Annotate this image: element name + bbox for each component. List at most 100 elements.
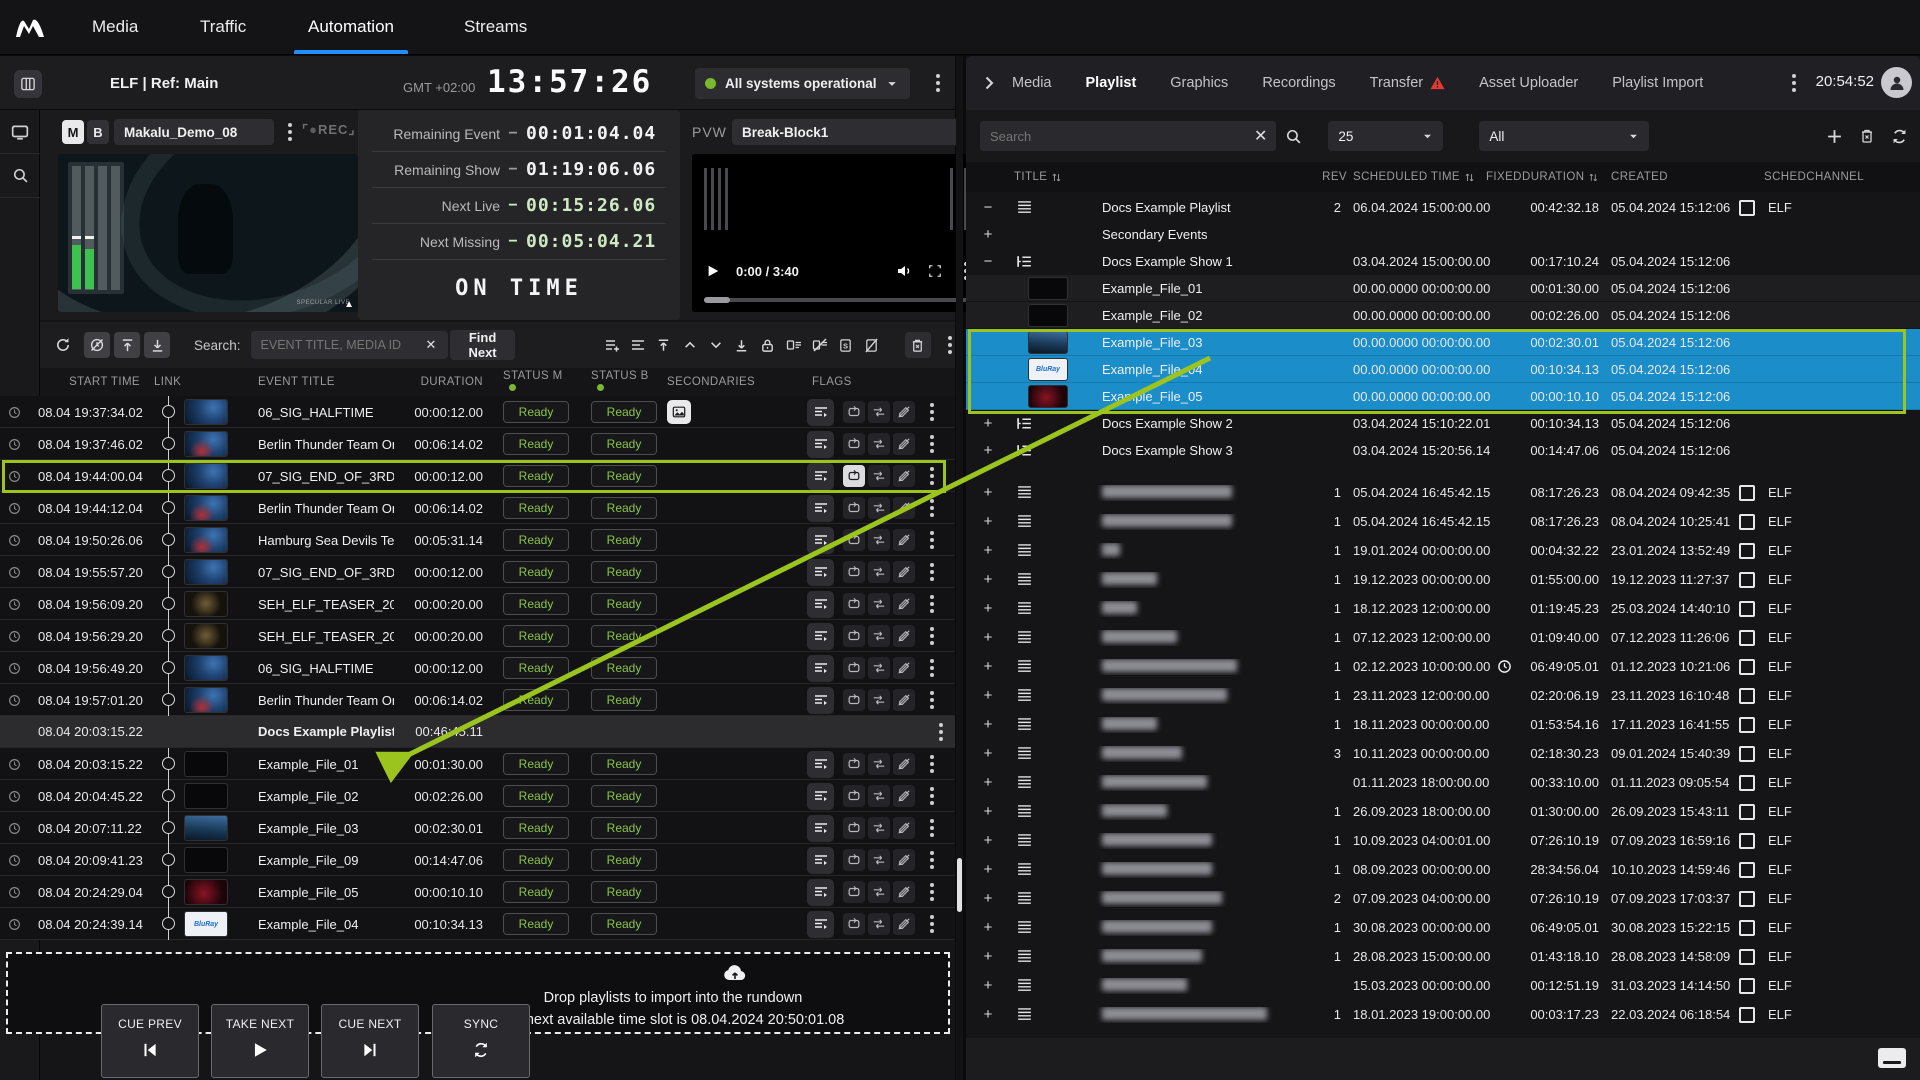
loop-flag-icon[interactable] — [843, 401, 865, 423]
rundown-event-row[interactable]: 08.04 20:03:15.22 Example_File_01 00:01:… — [0, 748, 955, 780]
expand-row-icon[interactable]: + — [974, 977, 1002, 994]
no-graphics-flag-icon[interactable] — [893, 593, 915, 615]
loop-flag-icon[interactable] — [843, 433, 865, 455]
fullscreen-icon[interactable] — [928, 264, 942, 278]
transition-flag-icon[interactable] — [868, 593, 890, 615]
no-graphics-flag-icon[interactable] — [893, 465, 915, 487]
expand-row-icon[interactable]: + — [974, 658, 1002, 675]
transition-flag-icon[interactable] — [868, 657, 890, 679]
tab-playlist-import[interactable]: Playlist Import — [1612, 75, 1703, 91]
secondary-events-icon[interactable] — [807, 910, 834, 938]
main-channel-button[interactable]: M — [62, 120, 84, 144]
secondary-events-icon[interactable] — [807, 814, 834, 842]
row-checkbox[interactable] — [1738, 658, 1755, 675]
row-checkbox[interactable] — [1738, 977, 1755, 994]
rundown-event-row[interactable]: 08.04 19:56:09.20 SEH_ELF_TEASER_20 Pl..… — [0, 588, 955, 620]
no-graphics-flag-icon[interactable] — [893, 401, 915, 423]
transition-flag-icon[interactable] — [868, 625, 890, 647]
nav-traffic[interactable]: Traffic — [200, 0, 246, 54]
playlist-row[interactable]: + 1 10.09.2023 04:00:01.00 07:26:10.19 0… — [966, 826, 1920, 855]
chevron-down-icon[interactable] — [703, 332, 729, 358]
secondary-events-icon[interactable] — [807, 878, 834, 906]
expand-row-icon[interactable]: + — [974, 600, 1002, 617]
rundown-event-row[interactable]: 08.04 20:24:29.04 Example_File_05 00:00:… — [0, 876, 955, 908]
row-checkbox[interactable] — [1738, 513, 1755, 530]
playlist-row[interactable]: + 2 07.09.2023 04:00:00.00 07:26:10.19 0… — [966, 884, 1920, 913]
layout-grid-icon[interactable] — [14, 70, 42, 98]
playlist-row[interactable]: Example_File_03 00.00.0000 00:00:00.00 0… — [966, 329, 1920, 356]
playlist-row[interactable]: + 1 19.01.2024 00:00:00.00 00:04:32.22 2… — [966, 536, 1920, 565]
no-graphics-flag-icon[interactable] — [893, 817, 915, 839]
loop-flag-icon[interactable] — [843, 497, 865, 519]
row-checkbox[interactable] — [1738, 484, 1755, 501]
take-next-button[interactable]: TAKE NEXT — [211, 1004, 309, 1078]
expand-row-icon[interactable]: + — [974, 832, 1002, 849]
rec-indicator[interactable]: ⌜●REC⌟ — [302, 122, 356, 138]
playlist-row[interactable]: + 1 30.08.2023 00:00:00.00 06:49:05.01 3… — [966, 913, 1920, 942]
playlist-row[interactable]: + 1 07.12.2023 12:00:00.00 01:09:40.00 0… — [966, 623, 1920, 652]
row-checkbox[interactable] — [1738, 629, 1755, 646]
expand-row-icon[interactable]: + — [974, 803, 1002, 820]
rundown-event-row[interactable]: 08.04 20:04:45.22 Example_File_02 00:02:… — [0, 780, 955, 812]
clear-search-icon[interactable]: ✕ — [1254, 126, 1267, 146]
system-status-dropdown[interactable]: All systems operational — [695, 68, 910, 99]
tab-transfer[interactable]: Transfer — [1370, 75, 1445, 91]
secondary-events-icon[interactable] — [807, 686, 834, 714]
link-node[interactable] — [154, 780, 184, 812]
tab-playlist[interactable]: Playlist — [1086, 75, 1137, 91]
rundown-event-row[interactable]: 08.04 19:56:29.20 SEH_ELF_TEASER_20 Pl..… — [0, 620, 955, 652]
transition-flag-icon[interactable] — [868, 785, 890, 807]
no-graphics-flag-icon[interactable] — [893, 433, 915, 455]
row-kebab-menu[interactable] — [933, 721, 949, 743]
row-checkbox[interactable] — [1738, 1006, 1755, 1023]
jump-to-top-icon[interactable] — [651, 332, 677, 358]
playlist-row[interactable]: + 1 18.01.2023 19:00:00.00 00:03:17.23 2… — [966, 1000, 1920, 1029]
expand-row-icon[interactable]: + — [974, 629, 1002, 646]
loop-flag-icon[interactable] — [843, 881, 865, 903]
link-node[interactable] — [154, 556, 184, 588]
no-graphics-flag-icon[interactable] — [893, 913, 915, 935]
collapse-panel-icon[interactable] — [966, 75, 1012, 91]
clear-search-icon[interactable]: ✕ — [426, 337, 437, 353]
collapse-row-icon[interactable]: − — [974, 253, 1002, 270]
program-video-preview[interactable]: SPECULAR LIVE ▲ — [58, 154, 358, 312]
transition-flag-icon[interactable] — [868, 433, 890, 455]
expand-row-icon[interactable]: + — [974, 442, 1002, 459]
playlist-search-input[interactable] — [980, 121, 1276, 151]
chevron-up-icon[interactable] — [677, 332, 703, 358]
loop-flag-icon[interactable] — [843, 657, 865, 679]
expand-row-icon[interactable]: + — [974, 513, 1002, 530]
rundown-group-row[interactable]: 08.04 20:03:15.22 Docs Example Playlist … — [0, 716, 955, 748]
rundown-event-row[interactable]: 08.04 20:24:39.14 BluRay Example_File_04… — [0, 908, 955, 940]
row-checkbox[interactable] — [1738, 716, 1755, 733]
rundown-event-row[interactable]: 08.04 20:09:41.23 Example_File_09 00:14:… — [0, 844, 955, 876]
row-checkbox[interactable] — [1738, 803, 1755, 820]
search-icon[interactable] — [0, 154, 40, 198]
playback-progress-bar[interactable] — [704, 297, 976, 303]
row-kebab-menu[interactable] — [924, 785, 940, 807]
row-checkbox[interactable] — [1738, 571, 1755, 588]
link-node[interactable] — [154, 876, 184, 908]
playlist-row[interactable]: + 01.11.2023 18:00:00.00 00:33:10.00 01.… — [966, 768, 1920, 797]
link-node[interactable] — [154, 652, 184, 684]
playlist-row[interactable]: + 1 18.11.2023 00:00:00.00 01:53:54.16 1… — [966, 710, 1920, 739]
secondary-badge-icon[interactable] — [781, 332, 807, 358]
row-checkbox[interactable] — [1738, 687, 1755, 704]
secondary-events-icon[interactable] — [807, 750, 834, 778]
row-checkbox[interactable] — [1738, 745, 1755, 762]
loop-flag-icon[interactable] — [843, 849, 865, 871]
secondary-events-icon[interactable] — [807, 622, 834, 650]
no-graphics-flag-icon[interactable] — [893, 657, 915, 679]
program-kebab-menu[interactable] — [282, 121, 298, 143]
loop-flag-icon[interactable] — [843, 593, 865, 615]
playlist-row[interactable]: + 3 10.11.2023 00:00:00.00 02:18:30.23 0… — [966, 739, 1920, 768]
playlist-row[interactable]: Example_File_05 00.00.0000 00:00:00.00 0… — [966, 383, 1920, 410]
scroll-to-bottom-icon[interactable] — [144, 332, 170, 358]
transition-flag-icon[interactable] — [868, 497, 890, 519]
row-kebab-menu[interactable] — [924, 753, 940, 775]
link-node[interactable] — [154, 908, 184, 940]
expand-triangle-icon[interactable]: ▲ — [344, 299, 354, 310]
preview-video-player[interactable]: 0:00 / 3:40 — [692, 154, 988, 312]
loop-flag-icon[interactable] — [843, 625, 865, 647]
rundown-event-row[interactable]: 08.04 19:55:57.20 07_SIG_END_OF_3RD1 00:… — [0, 556, 955, 588]
